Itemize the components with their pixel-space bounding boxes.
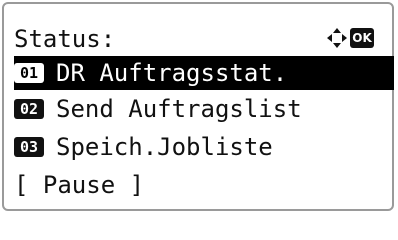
navigation-hint: OK xyxy=(326,25,374,51)
pause-label: [ Pause ] xyxy=(14,171,145,199)
menu-item-label: DR Auftragsstat. xyxy=(56,59,288,87)
menu-item-label: Send Auftragslist xyxy=(56,95,302,123)
pause-softkey[interactable]: [ Pause ] xyxy=(14,168,386,202)
menu-item-speich-jobliste[interactable]: 03 Speich.Jobliste xyxy=(14,130,386,164)
menu-item-number: 01 xyxy=(14,63,44,83)
menu-item-label: Speich.Jobliste xyxy=(56,133,273,161)
menu-item-dr-auftragsstat[interactable]: 01 DR Auftragsstat. xyxy=(14,56,394,90)
title-row: Status: OK xyxy=(14,22,386,56)
four-way-arrow-icon xyxy=(327,28,347,48)
lcd-panel: Status: OK 01 DR Auftragsstat. 02 Send A… xyxy=(2,2,394,211)
menu-item-send-auftragslist[interactable]: 02 Send Auftragslist xyxy=(14,92,386,126)
ok-key-icon: OK xyxy=(350,28,374,48)
menu-item-number: 02 xyxy=(14,99,44,119)
screen-title: Status: xyxy=(14,25,116,53)
menu-item-number: 03 xyxy=(14,137,44,157)
